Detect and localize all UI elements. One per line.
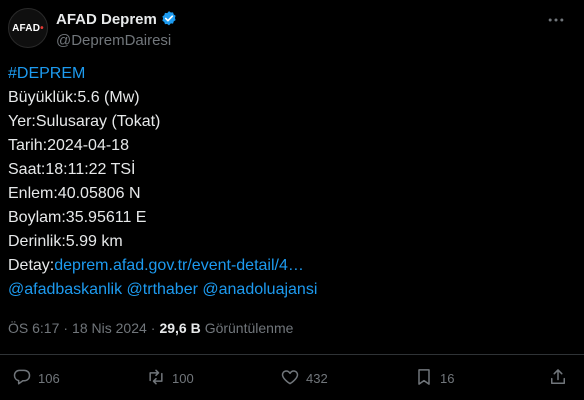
views-label: Görüntülenme xyxy=(204,320,294,336)
divider xyxy=(0,354,584,355)
user-handle[interactable]: @DepremDairesi xyxy=(56,32,178,49)
more-options-icon[interactable] xyxy=(544,8,568,32)
tweet-meta: ÖS 6:17 · 18 Nis 2024 · 29,6 B Görüntüle… xyxy=(8,318,293,338)
like-button[interactable]: 432 xyxy=(280,366,328,390)
reply-count: 106 xyxy=(38,370,60,386)
avatar[interactable]: AFAD• xyxy=(8,8,48,48)
hashtag-link[interactable]: #DEPREM xyxy=(8,65,85,82)
date-line: Tarih:2024-04-18 xyxy=(8,137,129,154)
repost-icon xyxy=(146,367,166,390)
magnitude-line: Büyüklük:5.6 (Mw) xyxy=(8,89,140,106)
meta-separator: · xyxy=(150,320,156,336)
display-name[interactable]: AFAD Deprem xyxy=(56,11,157,28)
post-time[interactable]: ÖS 6:17 xyxy=(8,320,59,336)
avatar-logo-text: AFAD• xyxy=(12,22,44,34)
time-line: Saat:18:11:22 TSİ xyxy=(8,161,136,178)
post-date[interactable]: 18 Nis 2024 xyxy=(72,320,147,336)
repost-button[interactable]: 100 xyxy=(146,366,194,390)
bookmark-icon xyxy=(414,367,434,390)
reply-button[interactable]: 106 xyxy=(12,366,60,390)
tweet: AFAD• AFAD Deprem @DepremDairesi #DEPREM… xyxy=(0,0,584,400)
views-count[interactable]: 29,6 B xyxy=(159,320,200,336)
author-names: AFAD Deprem @DepremDairesi xyxy=(56,9,178,49)
heart-icon xyxy=(280,367,300,390)
verified-badge-icon xyxy=(160,10,178,28)
share-icon xyxy=(548,367,568,390)
mention-link[interactable]: @afadbaskanlik xyxy=(8,281,122,298)
depth-line: Derinlik:5.99 km xyxy=(8,233,123,250)
latitude-line: Enlem:40.05806 N xyxy=(8,185,141,202)
reply-icon xyxy=(12,367,32,390)
detail-link[interactable]: deprem.afad.gov.tr/event-detail/4… xyxy=(54,257,304,274)
bookmark-count: 16 xyxy=(440,370,455,386)
longitude-line: Boylam:35.95611 E xyxy=(8,209,147,226)
repost-count: 100 xyxy=(172,370,194,386)
detail-label: Detay: xyxy=(8,257,55,274)
meta-separator: · xyxy=(63,320,69,336)
location-line: Yer:Sulusaray (Tokat) xyxy=(8,113,161,130)
mention-link[interactable]: @trthaber xyxy=(127,281,198,298)
tweet-header: AFAD• AFAD Deprem @DepremDairesi xyxy=(8,6,568,54)
tweet-text: #DEPREM Büyüklük:5.6 (Mw) Yer:Sulusaray … xyxy=(8,62,568,302)
action-bar: 106 100 432 16 xyxy=(0,366,584,390)
bookmark-button[interactable]: 16 xyxy=(414,366,454,390)
like-count: 432 xyxy=(306,370,328,386)
mention-link[interactable]: @anadoluajansi xyxy=(202,281,317,298)
share-button[interactable] xyxy=(548,366,568,390)
